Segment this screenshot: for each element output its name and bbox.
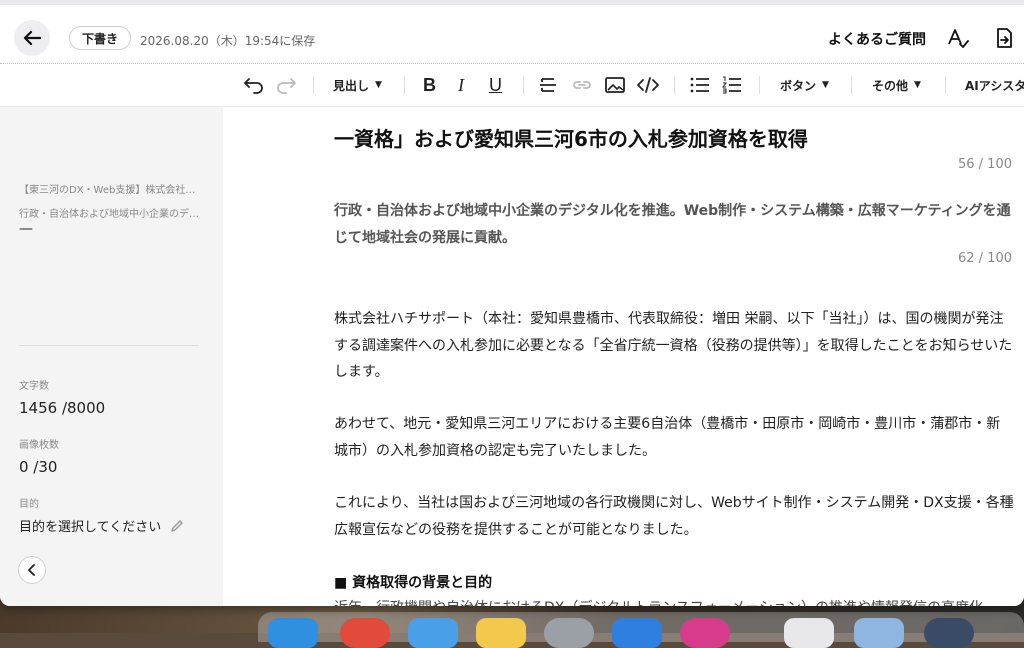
sidebar-article-desc: 行政・自治体および地域中小企業のデ… [19, 209, 199, 220]
sidebar-dash: — [19, 221, 33, 237]
code-icon[interactable] [636, 74, 660, 96]
caret-down-icon: ▼ [375, 80, 382, 90]
back-button[interactable] [14, 20, 50, 56]
purpose-select[interactable]: 目的を選択してください [19, 516, 184, 535]
toolbar-separator [523, 76, 524, 94]
faq-link[interactable]: よくあるご質問 [828, 29, 926, 49]
underline-icon[interactable]: U [489, 74, 502, 96]
heading-dropdown-label: 見出し [333, 78, 370, 93]
redo-icon[interactable] [275, 74, 297, 96]
body-paragraph[interactable]: これにより、当社は国および三河地域の各行政機関に対し、Webサイト制作・システム… [334, 490, 1014, 543]
ai-assistant-label: AIアシスタ [965, 78, 1024, 93]
article-title-input[interactable]: 一資格」および愛知県三河6市の入札参加資格を取得 [334, 123, 808, 152]
sidebar-divider [19, 345, 199, 346]
arrow-left-icon [23, 30, 41, 46]
title-char-counter: 56 / 100 [958, 157, 1012, 172]
purpose-value: 目的を選択してください [19, 520, 162, 535]
toolbar-separator [945, 76, 946, 94]
chevron-left-icon [28, 564, 35, 576]
numbered-list-icon[interactable] [722, 74, 742, 96]
toolbar-separator [851, 76, 852, 94]
image-icon[interactable] [604, 74, 626, 96]
dock-icon-chrome[interactable] [340, 618, 390, 648]
dock-icon-photos[interactable] [408, 618, 458, 648]
export-icon[interactable] [993, 27, 1015, 49]
editor-area[interactable]: 一資格」および愛知県三河6市の入札参加資格を取得 56 / 100 行政・自治体… [223, 107, 1024, 606]
bold-icon[interactable]: B [423, 74, 436, 96]
sidebar-article-title: 【東三河のDX・Web支援】株式会社… [19, 185, 196, 196]
toolbar-separator [404, 76, 405, 94]
char-count-label: 文字数 [19, 381, 49, 392]
strikethrough-icon[interactable] [538, 74, 558, 96]
sidebar: 【東三河のDX・Web支援】株式会社… 行政・自治体および地域中小企業のデ… —… [0, 107, 223, 606]
toolbar-separator [674, 76, 675, 94]
image-count-label: 画像枚数 [19, 440, 59, 451]
subtitle-char-counter: 62 / 100 [958, 251, 1012, 266]
formatting-toolbar: 見出し ▼ B I U ボタン ▼ その他 ▼ AIアシスタ [0, 64, 1024, 107]
dock-icon-finder[interactable] [268, 618, 318, 648]
editor-window: 下書き 2026.08.20（木）19:54に保存 よくあるご質問 見出し ▼ … [0, 0, 1024, 606]
article-subtitle-input[interactable]: 行政・自治体および地域中小企業のデジタル化を推進。Web制作・システム構築・広報… [334, 198, 1014, 252]
dock-icon-preview[interactable] [854, 618, 904, 648]
undo-icon[interactable] [243, 74, 265, 96]
toolbar-separator [759, 76, 760, 94]
link-icon[interactable] [571, 74, 593, 96]
dock-icon-slack[interactable] [784, 618, 834, 648]
ai-assistant-button[interactable]: AIアシスタ [965, 74, 1024, 96]
status-badge: 下書き [69, 26, 132, 50]
bullet-list-icon[interactable] [690, 74, 710, 96]
image-count: 0 /30 [19, 458, 58, 476]
spellcheck-icon[interactable] [947, 27, 969, 49]
purpose-label: 目的 [19, 499, 39, 510]
dock-icon-app-pink[interactable] [680, 618, 730, 648]
body-paragraph[interactable]: 株式会社ハチサポート（本社：愛知県豊橋市、代表取締役：増田 栄嗣、以下「当社」）… [334, 306, 1014, 386]
button-dropdown-label: ボタン [780, 78, 817, 93]
dock-icon-safari[interactable] [924, 618, 974, 648]
more-dropdown-label: その他 [872, 78, 909, 93]
button-dropdown[interactable]: ボタン ▼ [780, 74, 829, 96]
italic-icon[interactable]: I [458, 74, 464, 96]
heading-dropdown[interactable]: 見出し ▼ [333, 74, 382, 96]
pencil-icon[interactable] [170, 519, 184, 533]
body-paragraph[interactable]: あわせて、地元・愛知県三河エリアにおける主要6自治体（豊橋市・田原市・岡崎市・豊… [334, 411, 1014, 464]
dock-icon-settings[interactable] [544, 618, 594, 648]
caret-down-icon: ▼ [822, 80, 829, 90]
header-bar: 下書き 2026.08.20（木）19:54に保存 よくあるご質問 [0, 5, 1024, 62]
dock-icon-notes[interactable] [476, 618, 526, 648]
caret-down-icon: ▼ [914, 80, 921, 90]
collapse-sidebar-button[interactable] [18, 556, 46, 584]
section-heading[interactable]: ■ 資格取得の背景と目的 [334, 572, 492, 592]
more-dropdown[interactable]: その他 ▼ [872, 74, 921, 96]
saved-timestamp: 2026.08.20（木）19:54に保存 [140, 34, 316, 48]
char-count: 1456 /8000 [19, 399, 106, 417]
body-paragraph-partial[interactable]: 近年、行政機関や自治体におけるDX（デジタルトランスフォーメーション）の推進や情… [334, 597, 1024, 606]
toolbar-separator [313, 76, 314, 94]
dock-icon-appstore[interactable] [612, 618, 662, 648]
